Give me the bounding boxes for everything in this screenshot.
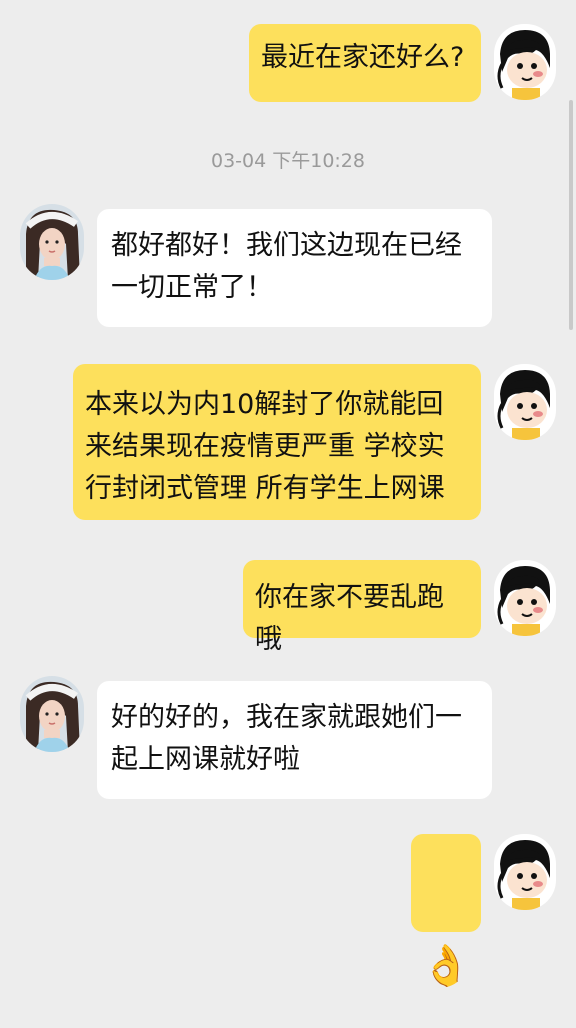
message-bubble-outgoing-emoji[interactable]: 👌 xyxy=(411,834,481,986)
message-bubble-outgoing[interactable]: 本来以为内10解封了你就能回来结果现在疫情更严重 学校实行封闭式管理 所有学生上… xyxy=(73,364,481,520)
message-bubble-outgoing[interactable]: 最近在家还好么? xyxy=(249,24,481,102)
message-bubble-outgoing[interactable]: 你在家不要乱跑哦 xyxy=(243,560,481,655)
contact-avatar[interactable] xyxy=(20,676,84,752)
girl-photo-avatar-icon xyxy=(20,204,84,280)
message-bubble-incoming[interactable]: 都好都好！我们这边现在已经一切正常了！ xyxy=(97,209,492,327)
ok-hand-emoji: 👌 xyxy=(421,943,471,989)
my-avatar[interactable] xyxy=(494,560,556,636)
scrollbar[interactable] xyxy=(569,100,573,330)
my-avatar[interactable] xyxy=(494,834,556,910)
timestamp: 03-04 下午10:28 xyxy=(210,150,365,172)
cartoon-girl-avatar-icon xyxy=(494,834,556,910)
my-avatar[interactable] xyxy=(494,364,556,440)
my-avatar[interactable] xyxy=(494,24,556,100)
cartoon-girl-avatar-icon xyxy=(494,560,556,636)
contact-avatar[interactable] xyxy=(20,204,84,280)
message-bubble-incoming[interactable]: 好的好的，我在家就跟她们一起上网课就好啦 xyxy=(97,681,492,799)
cartoon-girl-avatar-icon xyxy=(494,364,556,440)
girl-photo-avatar-icon xyxy=(20,676,84,752)
cartoon-girl-avatar-icon xyxy=(494,24,556,100)
